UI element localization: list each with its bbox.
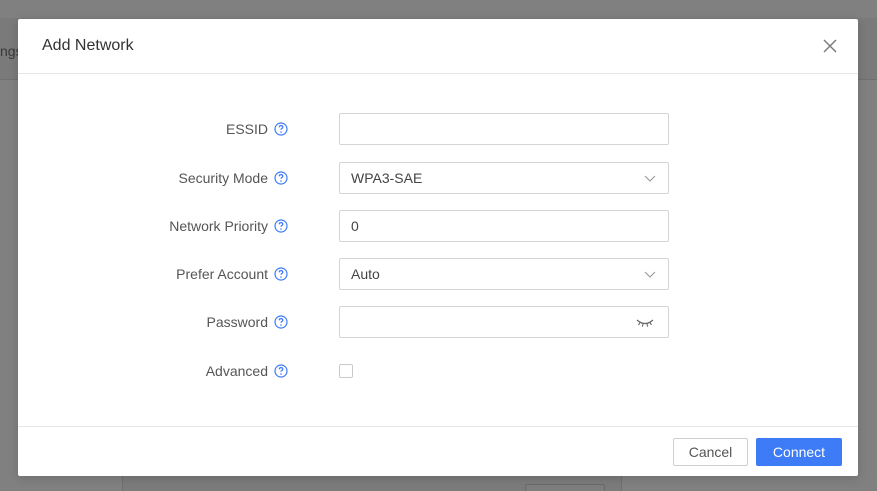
password-row: Password: [18, 306, 858, 338]
chevron-down-icon: [644, 271, 656, 278]
security-mode-value: WPA3-SAE: [351, 170, 423, 186]
dialog-header: Add Network: [18, 19, 858, 74]
essid-label-group: ESSID: [226, 113, 288, 145]
password-label-group: Password: [207, 306, 288, 338]
security-mode-label-group: Security Mode: [179, 162, 288, 194]
help-icon[interactable]: [274, 122, 288, 136]
prefer-account-row: Prefer Account Auto: [18, 258, 858, 290]
connect-button[interactable]: Connect: [756, 438, 842, 466]
help-icon[interactable]: [274, 364, 288, 378]
background-button: [525, 484, 605, 491]
network-priority-input[interactable]: [339, 210, 669, 242]
help-icon[interactable]: [274, 267, 288, 281]
security-mode-row: Security Mode WPA3-SAE: [18, 162, 858, 194]
password-label: Password: [206, 314, 268, 330]
essid-input[interactable]: [339, 113, 669, 145]
security-mode-label: Security Mode: [178, 170, 268, 186]
dialog-title: Add Network: [42, 37, 134, 54]
password-input[interactable]: [339, 306, 669, 338]
help-icon[interactable]: [274, 315, 288, 329]
prefer-account-select[interactable]: Auto: [339, 258, 669, 290]
security-mode-select[interactable]: WPA3-SAE: [339, 162, 669, 194]
prefer-account-value: Auto: [351, 266, 380, 282]
network-priority-label: Network Priority: [169, 218, 268, 234]
add-network-dialog: Add Network ESSID Security Mode WPA3-SAE…: [18, 19, 858, 476]
eye-closed-icon[interactable]: [636, 317, 654, 329]
advanced-checkbox[interactable]: [339, 364, 353, 378]
prefer-account-label-group: Prefer Account: [176, 258, 288, 290]
chevron-down-icon: [644, 175, 656, 182]
essid-label: ESSID: [225, 121, 268, 137]
advanced-label-group: Advanced: [206, 355, 288, 387]
close-icon[interactable]: [822, 38, 838, 54]
advanced-label: Advanced: [205, 363, 268, 379]
network-priority-row: Network Priority: [18, 210, 858, 242]
advanced-row: Advanced: [18, 355, 858, 387]
network-priority-label-group: Network Priority: [169, 210, 288, 242]
essid-row: ESSID: [18, 113, 858, 145]
prefer-account-label: Prefer Account: [176, 266, 268, 282]
dialog-body: ESSID Security Mode WPA3-SAE Network Pri…: [18, 74, 858, 427]
help-icon[interactable]: [274, 219, 288, 233]
dialog-footer: Cancel Connect: [18, 426, 858, 476]
help-icon[interactable]: [274, 171, 288, 185]
cancel-button[interactable]: Cancel: [673, 438, 748, 466]
